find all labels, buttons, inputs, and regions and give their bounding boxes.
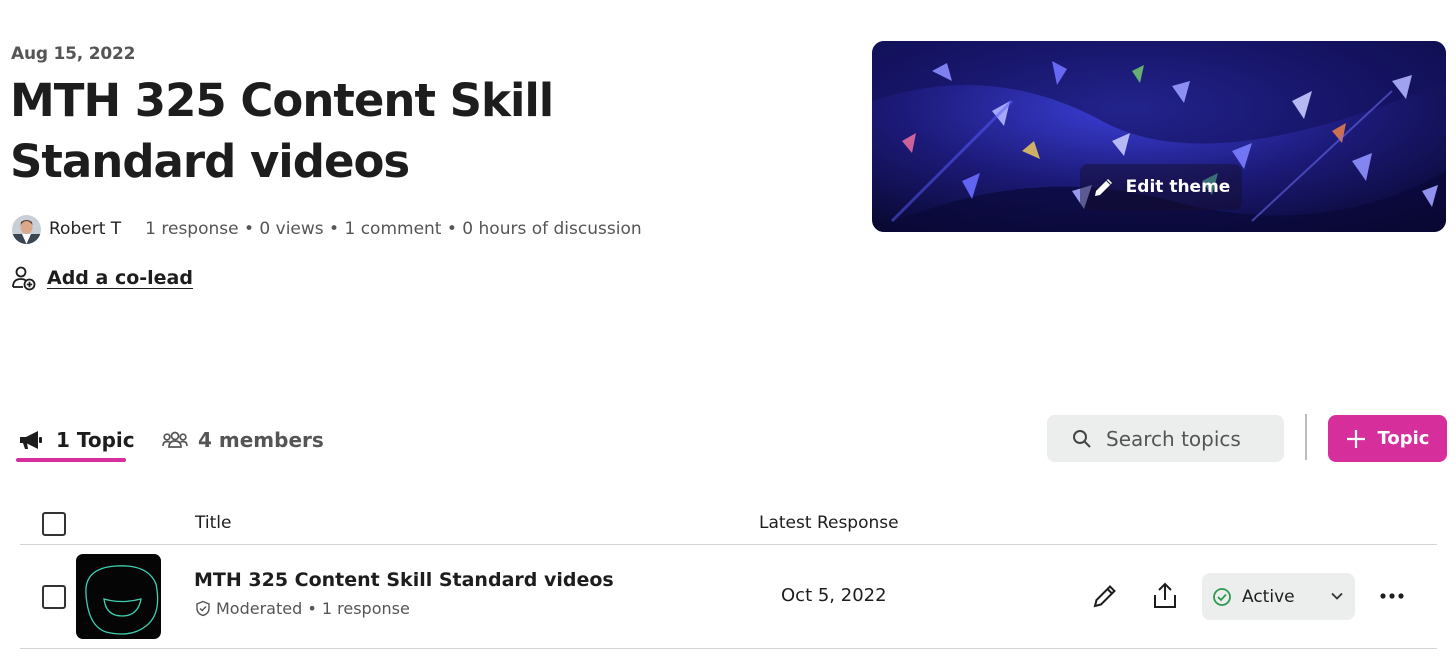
response-count: 1 response <box>321 599 410 618</box>
avatar[interactable] <box>12 214 41 244</box>
tab-members-label: 4 members <box>198 428 324 452</box>
tab-members[interactable]: 4 members <box>162 422 324 458</box>
share-icon <box>1154 582 1176 608</box>
add-co-lead-link[interactable]: Add a co-lead <box>11 265 193 291</box>
pencil-icon <box>1093 585 1116 608</box>
edit-topic-button[interactable] <box>1087 578 1123 614</box>
topic-date: Aug 15, 2022 <box>11 44 136 64</box>
chevron-down-icon <box>1331 592 1343 600</box>
topic-stats: 1 response • 0 views • 1 comment • 0 hou… <box>145 219 642 239</box>
share-topic-button[interactable] <box>1147 578 1183 614</box>
table-divider <box>20 648 1437 649</box>
topic-meta: Robert T 1 response • 0 views • 1 commen… <box>12 214 642 244</box>
topic-subtitle: Moderated • 1 response <box>195 599 410 618</box>
search-placeholder: Search topics <box>1106 426 1241 451</box>
author-name[interactable]: Robert T <box>49 219 121 239</box>
column-header-title[interactable]: Title <box>195 513 231 533</box>
check-circle-icon <box>1213 587 1231 606</box>
edit-theme-label: Edit theme <box>1125 177 1231 197</box>
search-icon <box>1073 429 1091 448</box>
page-title: MTH 325 Content Skill Standard videos <box>10 74 554 188</box>
status-label: Active <box>1242 586 1295 607</box>
table-divider <box>20 544 1437 545</box>
subtitle-separator: • <box>302 599 322 618</box>
more-options-button[interactable] <box>1374 578 1410 614</box>
search-input[interactable]: Search topics <box>1047 415 1284 462</box>
shield-check-icon <box>196 600 210 617</box>
tab-topics[interactable]: 1 Topic <box>18 422 135 458</box>
add-topic-button[interactable]: Topic <box>1328 415 1447 462</box>
topic-thumbnail[interactable] <box>76 554 161 639</box>
members-icon <box>162 431 188 448</box>
row-checkbox[interactable] <box>42 585 66 609</box>
add-co-lead-label: Add a co-lead <box>47 267 193 289</box>
active-tab-indicator <box>16 458 126 462</box>
toolbar-divider <box>1305 414 1307 460</box>
tab-topics-label: 1 Topic <box>56 428 135 452</box>
plus-icon <box>1346 429 1365 448</box>
column-header-latest-response[interactable]: Latest Response <box>759 513 899 533</box>
topic-title-link[interactable]: MTH 325 Content Skill Standard videos <box>194 569 614 591</box>
add-topic-label: Topic <box>1377 428 1430 449</box>
status-dropdown[interactable]: Active <box>1202 573 1355 620</box>
edit-theme-button[interactable]: Edit theme <box>1080 164 1242 210</box>
pencil-icon <box>1094 179 1112 196</box>
select-all-checkbox[interactable] <box>42 512 66 536</box>
latest-response-date: Oct 5, 2022 <box>781 585 887 606</box>
moderation-label: Moderated <box>216 599 303 618</box>
add-person-icon <box>12 266 36 291</box>
more-horizontal-icon <box>1380 593 1404 599</box>
megaphone-icon <box>20 431 42 449</box>
